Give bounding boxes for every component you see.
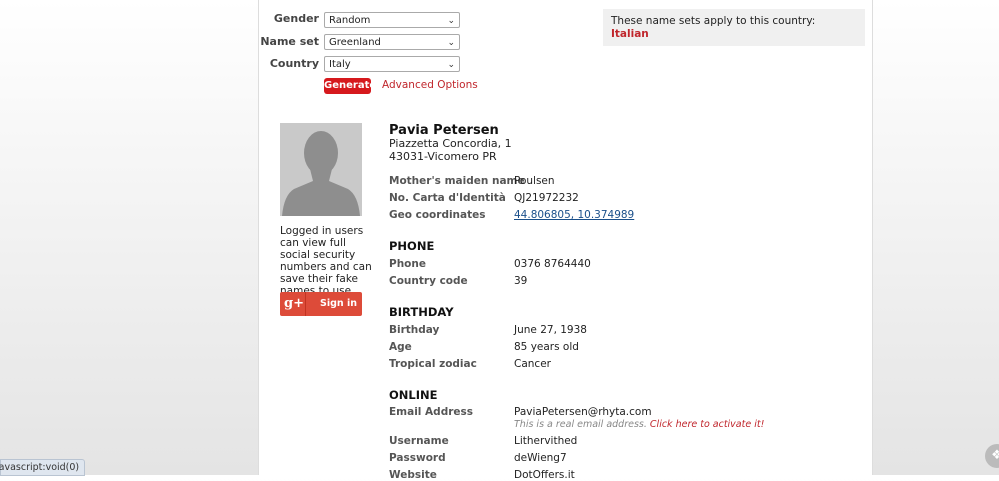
chevron-down-icon: ⌄ [447, 16, 455, 26]
info-text: These name sets apply to this country: [611, 15, 816, 27]
website-label: Website [389, 469, 437, 481]
country-info-box: These name sets apply to this country: I… [603, 9, 865, 46]
phone-value: 0376 8764440 [514, 258, 591, 270]
divider [305, 292, 306, 316]
main-content: Gender Random ⌄ Name set Greenland ⌄ Cou… [258, 0, 873, 481]
zodiac-value: Cancer [514, 358, 551, 370]
id-card-value: QJ21972232 [514, 192, 579, 204]
email-value: PaviaPetersen@rhyta.com [514, 406, 652, 418]
info-country: Italian [611, 28, 649, 40]
country-select-value: Italy [329, 59, 351, 70]
scroll-corner-icon[interactable]: ❖ [985, 444, 999, 468]
geo-coordinates-link[interactable]: 44.806805, 10.374989 [514, 209, 634, 221]
online-heading: ONLINE [389, 388, 438, 402]
age-value: 85 years old [514, 341, 579, 353]
zodiac-label: Tropical zodiac [389, 358, 477, 370]
country-code-label: Country code [389, 275, 468, 287]
password-label: Password [389, 452, 446, 464]
gender-select-value: Random [329, 15, 371, 26]
activate-email-link[interactable]: Click here to activate it! [650, 419, 764, 430]
birthday-value: June 27, 1938 [514, 324, 587, 336]
address-line-2: 43031-Vicomero PR [389, 150, 497, 163]
country-code-value: 39 [514, 275, 528, 287]
website-value: DotOffers.it [514, 469, 575, 481]
email-label: Email Address [389, 406, 474, 418]
status-url: javascript:void(0) [0, 462, 80, 473]
id-card-label: No. Carta d'Identità [389, 192, 506, 204]
email-hint-text: This is a real email address. [514, 419, 647, 430]
person-silhouette-icon [280, 123, 362, 216]
advanced-options-link[interactable]: Advanced Options [382, 79, 478, 91]
browser-status-bar: javascript:void(0) [0, 459, 86, 476]
nameset-label: Name set [260, 35, 319, 48]
phone-label: Phone [389, 258, 426, 270]
google-signin-button[interactable]: g+ Sign in [280, 292, 362, 316]
person-name: Pavia Petersen [389, 123, 499, 138]
maiden-name-value: Poulsen [514, 175, 555, 187]
nameset-select[interactable]: Greenland ⌄ [324, 34, 460, 50]
geo-coordinates-label: Geo coordinates [389, 209, 486, 221]
gender-select[interactable]: Random ⌄ [324, 12, 460, 28]
country-label: Country [269, 57, 319, 70]
password-value: deWieng7 [514, 452, 567, 464]
google-plus-icon: g+ [284, 296, 304, 311]
birthday-heading: BIRTHDAY [389, 305, 454, 319]
gender-label: Gender [273, 12, 319, 25]
generate-button[interactable]: Generate [324, 78, 376, 94]
avatar [280, 123, 362, 216]
maiden-name-label: Mother's maiden name [389, 175, 525, 187]
chevron-down-icon: ⌄ [447, 60, 455, 70]
country-select[interactable]: Italy ⌄ [324, 56, 460, 72]
address-line-1: Piazzetta Concordia, 1 [389, 137, 512, 150]
username-label: Username [389, 435, 449, 447]
nameset-select-value: Greenland [329, 37, 381, 48]
chevron-down-icon: ⌄ [447, 38, 455, 48]
age-label: Age [389, 341, 412, 353]
username-value: Lithervithed [514, 435, 578, 447]
phone-heading: PHONE [389, 239, 435, 253]
email-hint: This is a real email address. Click here… [514, 419, 764, 430]
birthday-label: Birthday [389, 324, 440, 336]
signin-label: Sign in [320, 298, 357, 309]
